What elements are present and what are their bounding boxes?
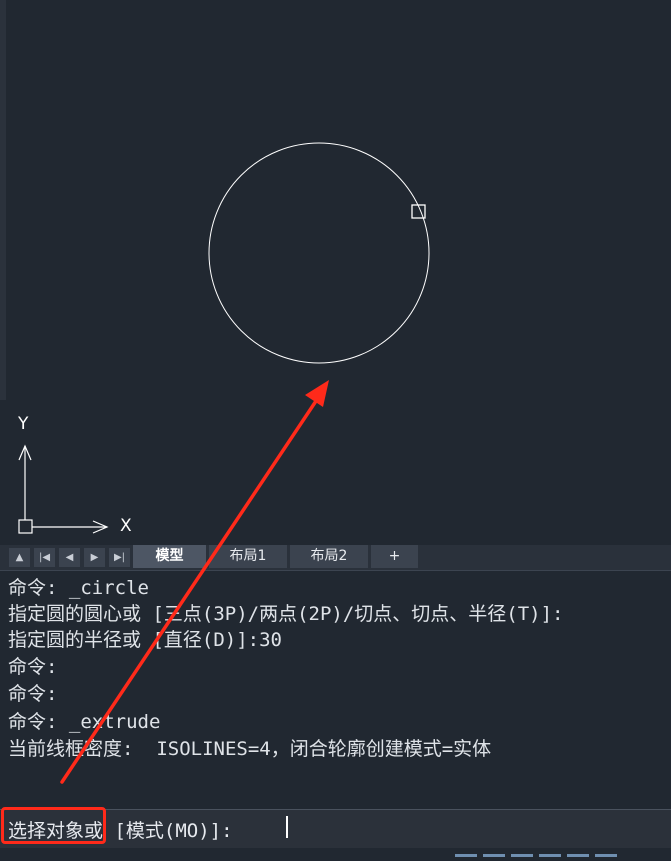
annotation-highlight-box xyxy=(1,807,106,844)
layout-tab-bar: ▲ |◀ ◀ ▶ ▶| 模型 布局1 布局2 + xyxy=(0,545,671,570)
history-line: 命令: xyxy=(8,683,58,705)
history-line: 命令: _extrude xyxy=(8,711,161,733)
last-tab-icon[interactable]: ▶| xyxy=(109,548,130,567)
drawing-canvas[interactable]: Y X xyxy=(0,0,671,545)
ucs-axes-icon xyxy=(18,444,109,534)
ucs-x-label: X xyxy=(120,516,132,536)
tab-model[interactable]: 模型 xyxy=(133,545,206,568)
history-line: 命令: xyxy=(8,656,58,678)
tab-layout1[interactable]: 布局1 xyxy=(209,545,287,568)
drawing-svg[interactable] xyxy=(0,0,671,545)
ucs-y-label: Y xyxy=(18,414,29,434)
next-tab-icon[interactable]: ▶ xyxy=(84,548,105,567)
command-history: 命令: _circle 指定圆的圆心或 [三点(3P)/两点(2P)/切点、切点… xyxy=(0,570,671,809)
history-line: 当前线框密度: ISOLINES=4，闭合轮廓创建模式=实体 xyxy=(8,738,492,760)
history-line: 命令: _circle xyxy=(8,577,149,599)
command-scroll-marks xyxy=(455,842,671,857)
history-line: 指定圆的半径或 [直径(D)]:30 xyxy=(8,629,282,651)
history-line: 指定圆的圆心或 [三点(3P)/两点(2P)/切点、切点、半径(T)]: xyxy=(8,603,564,625)
tab-layout2[interactable]: 布局2 xyxy=(290,545,368,568)
first-tab-icon[interactable]: |◀ xyxy=(34,548,55,567)
circle-entity[interactable] xyxy=(208,142,430,364)
add-layout-button[interactable]: + xyxy=(371,545,418,568)
prev-tab-icon[interactable]: ◀ xyxy=(59,548,80,567)
text-cursor xyxy=(286,816,288,838)
scroll-up-icon[interactable]: ▲ xyxy=(9,548,30,567)
